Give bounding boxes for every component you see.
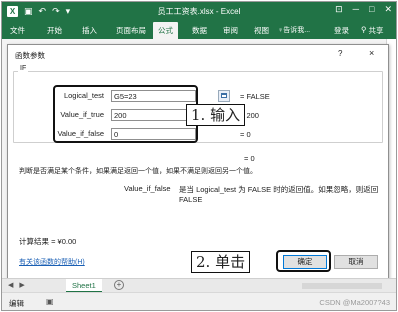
function-name: IF (18, 65, 29, 72)
minimize-icon[interactable]: ─ (353, 4, 359, 15)
tab-review[interactable]: 审阅 (223, 25, 238, 36)
function-description: 判断是否满足某个条件，如果满足返回一个值，如果不满足则返回另一个值。 (19, 168, 257, 175)
sheet-tab-bar: ◀ ▶ Sheet1 + (2, 278, 396, 293)
close-icon[interactable]: × (369, 48, 374, 58)
person-icon: ⚲ (361, 25, 367, 34)
title-bar: X ▣ ↶ ↷ ▾ 员工工资表.xlsx - Excel ⊡ ─ □ ✕ (2, 2, 396, 21)
excel-window: X ▣ ↶ ↷ ▾ 员工工资表.xlsx - Excel ⊡ ─ □ ✕ 文件 … (1, 1, 397, 311)
window-controls: ⊡ ─ □ ✕ (335, 4, 392, 15)
sheet-navigation: ◀ ▶ (8, 281, 25, 289)
logical-test-result: = FALSE (240, 92, 270, 101)
tab-home[interactable]: 开始 (47, 25, 62, 36)
share-label: 共享 (368, 26, 384, 35)
argument-description-text: 是当 Logical_test 为 FALSE 时的返回值。如果忽略，则返回 F… (179, 185, 379, 204)
status-mode: 编辑 (9, 299, 24, 308)
close-window-icon[interactable]: ✕ (384, 4, 392, 15)
add-sheet-icon[interactable]: + (114, 280, 124, 290)
step2-callout: 2. 单击 (191, 251, 251, 273)
sheet-tab[interactable]: Sheet1 (66, 279, 102, 293)
ok-highlight-box (276, 250, 331, 272)
help-icon[interactable]: ? (338, 49, 342, 58)
prev-sheet-icon[interactable]: ◀ (8, 281, 13, 289)
horizontal-scrollbar[interactable] (302, 283, 382, 289)
function-arguments-dialog: 函数参数 ? × IF Logical_test G5=23 = FALSE V… (7, 44, 389, 280)
ribbon-display-icon[interactable]: ⊡ (335, 4, 343, 15)
maximize-icon[interactable]: □ (369, 4, 374, 15)
tab-formulas[interactable]: 公式 (153, 22, 178, 39)
share-button[interactable]: ⚲ 共享 (361, 25, 384, 36)
calculation-result: 计算结果 = ¥0.00 (19, 237, 77, 246)
tab-file[interactable]: 文件 (10, 25, 25, 36)
tab-data[interactable]: 数据 (192, 25, 207, 36)
argument-description-name: Value_if_false (124, 184, 171, 193)
collapse-dialog-icon[interactable] (218, 90, 230, 102)
status-bar: 编辑 ▣ CSDN @Ma2007?43 (2, 292, 396, 310)
ribbon-tabs: 文件 开始 插入 页面布局 公式 数据 审阅 视图 ♀告诉我... 登录 ⚲ 共… (2, 21, 396, 39)
watermark: CSDN @Ma2007?43 (319, 298, 390, 307)
input-highlight-box (53, 85, 198, 143)
login-button[interactable]: 登录 (334, 25, 349, 36)
tab-view[interactable]: 视图 (254, 25, 269, 36)
tab-insert[interactable]: 插入 (82, 25, 97, 36)
step1-callout: 1. 输入 (186, 104, 246, 126)
formula-result: = 0 (244, 154, 255, 163)
help-link[interactable]: 有关该函数的帮助(H) (19, 257, 85, 267)
next-sheet-icon[interactable]: ▶ (19, 281, 24, 289)
tab-page-layout[interactable]: 页面布局 (116, 25, 146, 36)
dialog-title: 函数参数 (15, 51, 45, 60)
value-if-false-result: = 0 (240, 130, 251, 139)
macro-record-icon[interactable]: ▣ (46, 297, 54, 306)
cancel-button[interactable]: 取消 (334, 255, 378, 269)
tell-me-box[interactable]: ♀告诉我... (278, 25, 310, 35)
